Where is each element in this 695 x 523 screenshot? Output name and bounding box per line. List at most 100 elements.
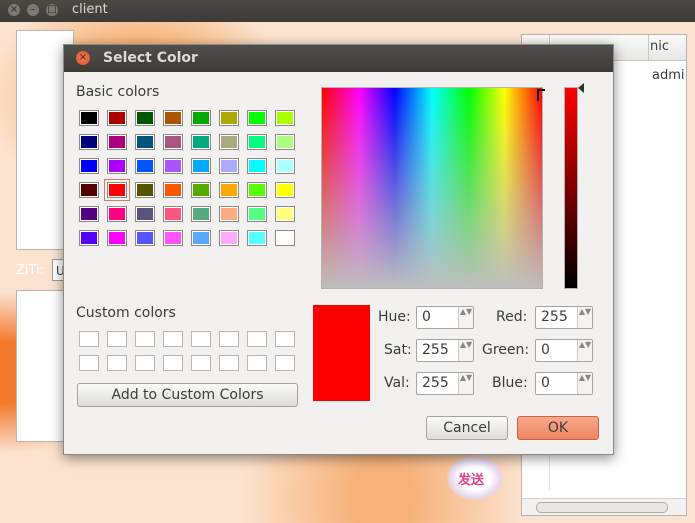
green-spinbox[interactable]: 0 ▲▼ <box>535 339 593 362</box>
basic-color-swatch[interactable] <box>219 158 239 174</box>
custom-color-slot[interactable] <box>163 331 183 347</box>
custom-color-slot[interactable] <box>275 331 295 347</box>
basic-color-swatch[interactable] <box>104 179 130 201</box>
basic-color-swatch[interactable] <box>107 134 127 150</box>
spin-arrows-icon[interactable]: ▲▼ <box>577 373 592 394</box>
custom-color-slot[interactable] <box>219 331 239 347</box>
basic-color-swatch[interactable] <box>135 206 155 222</box>
red-value: 255 <box>541 309 568 325</box>
basic-color-swatch[interactable] <box>191 134 211 150</box>
basic-color-swatch[interactable] <box>79 206 99 222</box>
spin-arrows-icon[interactable]: ▲▼ <box>577 340 592 361</box>
custom-color-slot[interactable] <box>275 355 295 371</box>
basic-color-swatch[interactable] <box>219 206 239 222</box>
sat-label: Sat: <box>384 342 412 358</box>
spin-arrows-icon[interactable]: ▲▼ <box>458 373 473 394</box>
basic-color-swatch[interactable] <box>191 158 211 174</box>
window-maximize-icon[interactable]: □ <box>46 4 58 16</box>
basic-color-swatch[interactable] <box>191 206 211 222</box>
basic-color-swatch[interactable] <box>163 230 183 246</box>
basic-color-swatch[interactable] <box>219 134 239 150</box>
custom-color-slot[interactable] <box>191 355 211 371</box>
add-to-custom-colors-button[interactable]: Add to Custom Colors <box>77 383 298 407</box>
horizontal-scrollbar[interactable] <box>522 498 686 515</box>
basic-color-swatch[interactable] <box>107 206 127 222</box>
blue-spinbox[interactable]: 0 ▲▼ <box>535 372 593 395</box>
custom-color-slot[interactable] <box>135 355 155 371</box>
custom-color-slot[interactable] <box>79 355 99 371</box>
dialog-close-icon[interactable]: × <box>76 51 90 65</box>
ok-button[interactable]: OK <box>517 416 599 440</box>
basic-color-swatch[interactable] <box>163 158 183 174</box>
basic-color-swatch[interactable] <box>163 110 183 126</box>
dialog-titlebar: × Select Color <box>64 45 613 72</box>
scrollbar-thumb[interactable] <box>536 502 668 513</box>
custom-color-slot[interactable] <box>79 331 99 347</box>
user-cell[interactable]: admi <box>652 68 685 83</box>
basic-color-swatch[interactable] <box>79 158 99 174</box>
basic-color-swatch[interactable] <box>79 134 99 150</box>
basic-color-swatch[interactable] <box>79 230 99 246</box>
basic-color-swatch[interactable] <box>247 110 267 126</box>
basic-color-swatch[interactable] <box>219 182 239 198</box>
custom-color-slot[interactable] <box>191 331 211 347</box>
cancel-button[interactable]: Cancel <box>426 416 508 440</box>
basic-color-swatch[interactable] <box>219 230 239 246</box>
basic-color-swatch[interactable] <box>191 230 211 246</box>
val-label: Val: <box>384 375 410 391</box>
basic-color-swatch[interactable] <box>247 158 267 174</box>
basic-color-swatch[interactable] <box>163 182 183 198</box>
basic-color-swatch[interactable] <box>107 158 127 174</box>
select-color-dialog: × Select Color Basic colors Custom color… <box>63 44 614 455</box>
hue-saturation-picker[interactable] <box>321 87 543 289</box>
custom-color-slot[interactable] <box>163 355 183 371</box>
column-header-name[interactable]: nic <box>650 39 669 54</box>
custom-color-slot[interactable] <box>247 331 267 347</box>
basic-color-swatch[interactable] <box>79 182 99 198</box>
basic-color-swatch[interactable] <box>247 134 267 150</box>
basic-color-swatch[interactable] <box>191 182 211 198</box>
basic-color-swatch[interactable] <box>107 230 127 246</box>
sat-spinbox[interactable]: 255 ▲▼ <box>416 339 474 362</box>
basic-color-swatch[interactable] <box>275 230 295 246</box>
basic-color-swatch[interactable] <box>79 110 99 126</box>
val-spinbox[interactable]: 255 ▲▼ <box>416 372 474 395</box>
basic-color-swatch[interactable] <box>275 158 295 174</box>
basic-color-swatch[interactable] <box>135 110 155 126</box>
value-slider[interactable] <box>564 87 578 289</box>
window-minimize-icon[interactable]: – <box>27 4 39 16</box>
hue-spinbox[interactable]: 0 ▲▼ <box>416 306 474 329</box>
basic-color-swatch[interactable] <box>247 230 267 246</box>
custom-colors-label: Custom colors <box>76 305 176 321</box>
basic-color-swatch[interactable] <box>247 182 267 198</box>
basic-color-swatch[interactable] <box>275 206 295 222</box>
basic-color-swatch[interactable] <box>163 206 183 222</box>
basic-color-swatch[interactable] <box>135 134 155 150</box>
basic-color-swatch[interactable] <box>135 182 155 198</box>
picker-crosshair-icon[interactable] <box>537 89 545 101</box>
spin-arrows-icon[interactable]: ▲▼ <box>458 340 473 361</box>
custom-color-slot[interactable] <box>219 355 239 371</box>
basic-color-swatch[interactable] <box>107 110 127 126</box>
spin-arrows-icon[interactable]: ▲▼ <box>577 307 592 328</box>
basic-color-swatch[interactable] <box>275 134 295 150</box>
window-close-icon[interactable]: × <box>8 4 20 16</box>
basic-color-swatch[interactable] <box>247 206 267 222</box>
basic-color-swatch[interactable] <box>135 158 155 174</box>
basic-color-swatch[interactable] <box>275 110 295 126</box>
basic-color-swatch[interactable] <box>275 182 295 198</box>
basic-color-swatch[interactable] <box>163 134 183 150</box>
basic-color-swatch[interactable] <box>191 110 211 126</box>
value-slider-arrow-icon[interactable] <box>578 83 584 93</box>
custom-color-slot[interactable] <box>135 331 155 347</box>
custom-color-slot[interactable] <box>107 355 127 371</box>
spin-arrows-icon[interactable]: ▲▼ <box>458 307 473 328</box>
font-label: ZiTi: <box>16 263 45 278</box>
custom-color-slot[interactable] <box>107 331 127 347</box>
red-spinbox[interactable]: 255 ▲▼ <box>535 306 593 329</box>
basic-color-swatch[interactable] <box>135 230 155 246</box>
custom-color-slot[interactable] <box>247 355 267 371</box>
send-button[interactable]: 发送 <box>447 456 503 500</box>
window-titlebar: × – □ client <box>0 0 695 22</box>
basic-color-swatch[interactable] <box>219 110 239 126</box>
